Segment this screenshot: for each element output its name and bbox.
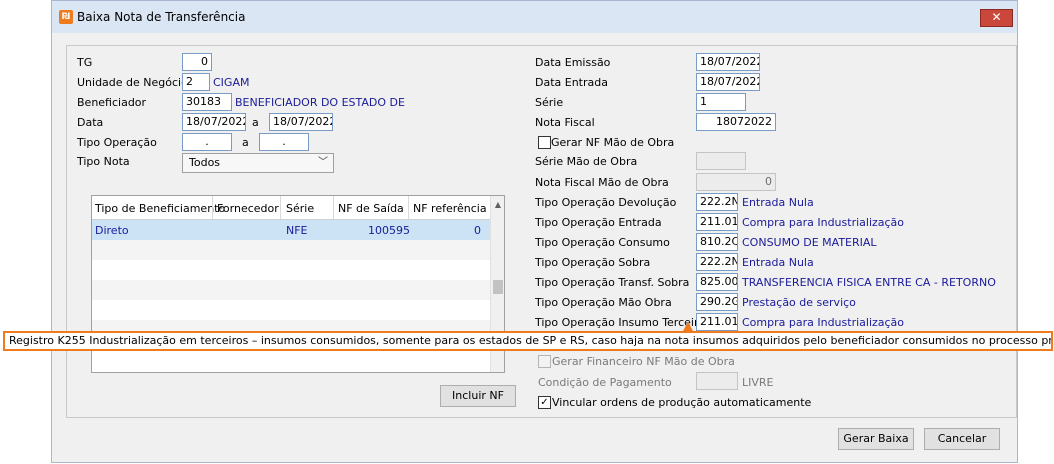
empty-row: [92, 280, 490, 300]
k255-tooltip: Registro K255 Industrialização em tercei…: [3, 331, 1053, 351]
grid-header-nf-referencia[interactable]: NF referência: [413, 202, 487, 215]
gerar-financeiro-checkbox[interactable]: [538, 355, 551, 368]
unidade-name: CIGAM: [213, 76, 250, 89]
data-to-field[interactable]: 18/07/2022: [269, 113, 333, 131]
op-transf-sobra-desc: TRANSFERENCIA FISICA ENTRE CA - RETORNO: [742, 276, 996, 289]
tipo-operacao-from-field[interactable]: .: [182, 133, 232, 151]
grid-header-tipo[interactable]: Tipo de Beneficiamento: [95, 202, 225, 215]
cell-serie: NFE: [286, 224, 308, 237]
vincular-checkbox[interactable]: ✓: [538, 396, 551, 409]
grid-header-fornecedor[interactable]: Fornecedor: [217, 202, 279, 215]
condicao-pagamento-field[interactable]: [696, 372, 738, 390]
gerar-nf-mao-obra-label: Gerar NF Mão de Obra: [551, 136, 675, 149]
app-logo-icon: ₪: [59, 10, 73, 24]
data-entrada-label: Data Entrada: [535, 76, 608, 89]
cancelar-button[interactable]: Cancelar: [924, 428, 1000, 450]
unidade-code-field[interactable]: 2: [182, 73, 210, 91]
incluir-nf-button[interactable]: Incluir NF: [440, 385, 516, 407]
serie-mao-obra-label: Série Mão de Obra: [535, 155, 638, 168]
op-mao-obra-desc: Prestação de serviço: [742, 296, 856, 309]
chevron-down-icon: ﹀: [318, 157, 328, 168]
op-insumo-terceiro-desc: Compra para Industrialização: [742, 316, 905, 329]
title-bar: ₪ Baixa Nota de Transferência ✕: [52, 1, 1017, 33]
close-button[interactable]: ✕: [980, 9, 1013, 27]
op-sobra-label: Tipo Operação Sobra: [535, 256, 651, 269]
op-mao-obra-label: Tipo Operação Mão Obra: [535, 296, 672, 309]
serie-label: Série: [535, 96, 564, 109]
op-consumo-field[interactable]: 810.2C: [696, 233, 738, 251]
data-separator: a: [252, 116, 259, 129]
cell-nf-referencia: 0: [474, 224, 481, 237]
cell-nf-saida: 100595: [368, 224, 410, 237]
op-devolucao-label: Tipo Operação Devolução: [535, 196, 677, 209]
beneficiador-label: Beneficiador: [77, 96, 147, 109]
tipo-nota-label: Tipo Nota: [77, 155, 130, 168]
tooltip-pointer: [683, 322, 693, 331]
unidade-label: Unidade de Negócio: [77, 76, 188, 89]
op-transf-sobra-field[interactable]: 825.00: [696, 273, 738, 291]
beneficiador-name: BENEFICIADOR DO ESTADO DE: [235, 96, 405, 109]
empty-row: [92, 300, 490, 320]
op-entrada-desc: Compra para Industrialização: [742, 216, 905, 229]
tipo-operacao-separator: a: [242, 136, 249, 149]
condicao-pagamento-label: Condição de Pagamento: [538, 376, 672, 389]
gerar-nf-mao-obra-checkbox[interactable]: [538, 136, 551, 149]
op-consumo-desc: CONSUMO DE MATERIAL: [742, 236, 877, 249]
grid-header-serie[interactable]: Série: [286, 202, 314, 215]
cell-tipo: Direto: [95, 224, 129, 237]
op-sobra-field[interactable]: 222.2N: [696, 253, 738, 271]
scroll-up-icon[interactable]: ▲: [491, 200, 504, 209]
nf-mao-obra-field[interactable]: 0: [696, 173, 776, 191]
op-consumo-label: Tipo Operação Consumo: [535, 236, 670, 249]
serie-mao-obra-field[interactable]: [696, 152, 746, 170]
op-devolucao-field[interactable]: 222.2N: [696, 193, 738, 211]
op-mao-obra-field[interactable]: 290.2G: [696, 293, 738, 311]
beneficiador-code-field[interactable]: 30183: [182, 93, 232, 111]
serie-field[interactable]: 1: [696, 93, 746, 111]
op-insumo-terceiro-label: Tipo Operação Insumo Terceiro: [535, 316, 705, 329]
grid-header-nf-saida[interactable]: NF de Saída: [338, 202, 404, 215]
window-title: Baixa Nota de Transferência: [77, 10, 246, 24]
op-insumo-terceiro-field[interactable]: 211.01: [696, 313, 738, 331]
data-emissao-label: Data Emissão: [535, 56, 611, 69]
table-row[interactable]: Direto NFE 100595 0: [92, 220, 490, 240]
op-entrada-label: Tipo Operação Entrada: [535, 216, 662, 229]
empty-row: [92, 240, 490, 260]
empty-row: [92, 260, 490, 280]
nf-mao-obra-label: Nota Fiscal Mão de Obra: [535, 176, 669, 189]
data-emissao-field[interactable]: 18/07/2022: [696, 53, 760, 71]
data-entrada-field[interactable]: 18/07/2022: [696, 73, 760, 91]
vincular-label: Vincular ordens de produção automaticame…: [552, 396, 812, 409]
tipo-nota-value: Todos: [189, 156, 221, 169]
tg-label: TG: [77, 56, 93, 69]
gerar-financeiro-label: Gerar Financeiro NF Mão de Obra: [552, 355, 735, 368]
data-from-field[interactable]: 18/07/2022: [182, 113, 246, 131]
nota-fiscal-field[interactable]: 18072022: [696, 113, 776, 131]
condicao-pagamento-desc: LIVRE: [742, 376, 774, 389]
tg-field[interactable]: 0: [182, 53, 212, 71]
op-transf-sobra-label: Tipo Operação Transf. Sobra: [535, 276, 690, 289]
scroll-thumb[interactable]: [493, 280, 503, 294]
data-label: Data: [77, 116, 104, 129]
tipo-operacao-label: Tipo Operação: [77, 136, 157, 149]
tipo-nota-select[interactable]: Todos ﹀: [182, 153, 334, 173]
nota-fiscal-label: Nota Fiscal: [535, 116, 595, 129]
op-sobra-desc: Entrada Nula: [742, 256, 814, 269]
grid-header: Tipo de Beneficiamento Fornecedor Série …: [92, 196, 490, 220]
op-entrada-field[interactable]: 211.01: [696, 213, 738, 231]
gerar-baixa-button[interactable]: Gerar Baixa: [838, 428, 914, 450]
op-devolucao-desc: Entrada Nula: [742, 196, 814, 209]
tipo-operacao-to-field[interactable]: .: [259, 133, 309, 151]
